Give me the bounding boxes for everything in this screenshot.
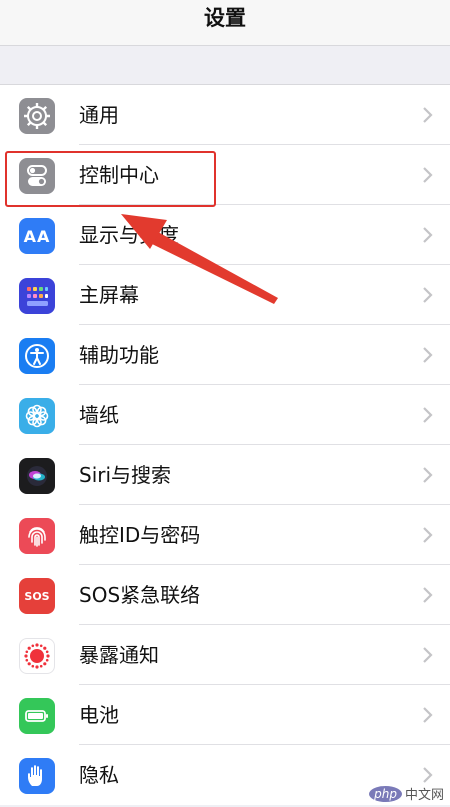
settings-row-touch-id[interactable]: 触控ID与密码 [0, 505, 450, 565]
sos-icon: SOS [19, 578, 55, 614]
sos-icon-text: SOS [24, 589, 50, 603]
settings-row-battery[interactable]: 电池 [0, 685, 450, 745]
settings-row-label: 墙纸 [79, 403, 119, 427]
settings-row-label: 暴露通知 [79, 643, 159, 667]
chevron-right-icon [423, 707, 433, 723]
settings-row-emergency-sos[interactable]: SOS SOS紧急联络 [0, 565, 450, 625]
gear-icon [19, 98, 55, 134]
chevron-right-icon [423, 227, 433, 243]
settings-row-label: 触控ID与密码 [79, 523, 201, 547]
chevron-right-icon [423, 347, 433, 363]
aa-icon: AA [19, 218, 55, 254]
aa-icon-text: AA [23, 226, 51, 246]
settings-row-label: 辅助功能 [79, 343, 159, 367]
settings-row-label: 主屏幕 [79, 283, 139, 307]
settings-row-label: 控制中心 [79, 163, 159, 187]
battery-icon [19, 698, 55, 734]
settings-row-general[interactable]: 通用 [0, 85, 450, 145]
settings-row-siri-search[interactable]: Siri与搜索 [0, 445, 450, 505]
settings-row-home-screen[interactable]: 主屏幕 [0, 265, 450, 325]
fingerprint-icon [19, 518, 55, 554]
settings-list: 通用 控制中心 AA 显示与亮度 主屏幕 辅助功能 墙纸 Siri与搜索 触控I… [0, 84, 450, 805]
hand-icon [19, 758, 55, 794]
chevron-right-icon [423, 167, 433, 183]
settings-row-label: 通用 [79, 103, 119, 127]
chevron-right-icon [423, 587, 433, 603]
settings-row-label: Siri与搜索 [79, 463, 172, 487]
settings-row-exposure-notifications[interactable]: 暴露通知 [0, 625, 450, 685]
settings-row-display-brightness[interactable]: AA 显示与亮度 [0, 205, 450, 265]
chevron-right-icon [423, 107, 433, 123]
watermark: php 中文网 [369, 784, 444, 803]
accessibility-icon [19, 338, 55, 374]
chevron-right-icon [423, 287, 433, 303]
settings-row-accessibility[interactable]: 辅助功能 [0, 325, 450, 385]
grid-icon [19, 278, 55, 314]
watermark-text: 中文网 [404, 788, 444, 803]
chevron-right-icon [423, 527, 433, 543]
watermark-logo: php [369, 785, 402, 802]
settings-row-label: 显示与亮度 [79, 223, 179, 247]
settings-row-wallpaper[interactable]: 墙纸 [0, 385, 450, 445]
navigation-bar: 设置 [0, 0, 450, 46]
settings-row-label: 电池 [79, 703, 119, 727]
settings-row-control-center[interactable]: 控制中心 [0, 145, 450, 205]
chevron-right-icon [423, 767, 433, 783]
page-title: 设置 [204, 5, 246, 30]
chevron-right-icon [423, 647, 433, 663]
settings-row-label: 隐私 [79, 763, 119, 787]
flower-icon [19, 398, 55, 434]
toggles-icon [19, 158, 55, 194]
chevron-right-icon [423, 467, 433, 483]
chevron-right-icon [423, 407, 433, 423]
exposure-icon [19, 638, 55, 674]
siri-icon [19, 458, 55, 494]
settings-row-label: SOS紧急联络 [79, 583, 201, 607]
